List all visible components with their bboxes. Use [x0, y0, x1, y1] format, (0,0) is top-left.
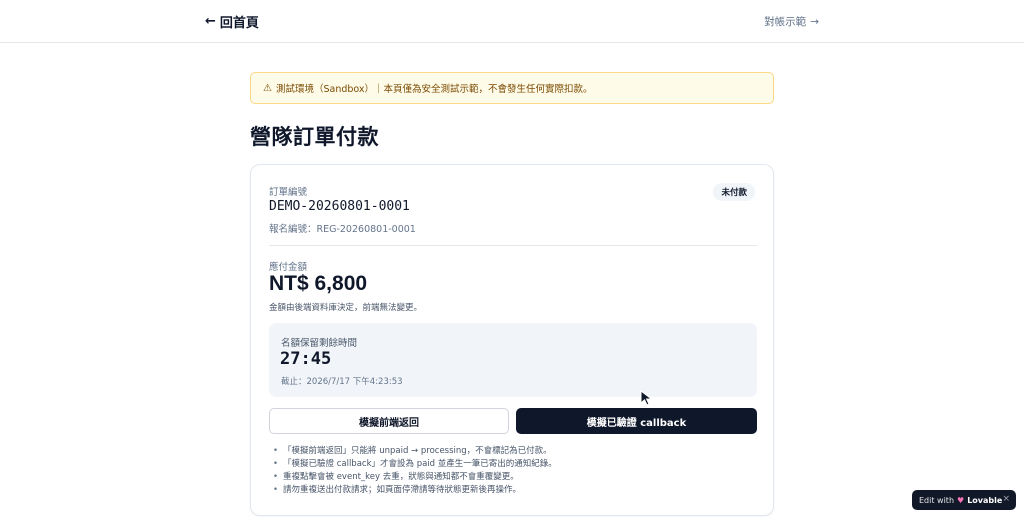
notes-list: 「模擬前端返回」只能將 unpaid → processing，不會標記為已付款… [273, 445, 557, 497]
reservation-timer-panel: 名額保留剩餘時間 27:45 截止：2026/7/17 下午4:23:53 [269, 323, 757, 397]
badge-brand: Lovable [967, 495, 1003, 505]
page-title: 營隊訂單付款 [250, 125, 379, 149]
order-payment-card: 訂單編號 DEMO-20260801-0001 報名編號：REG-2026080… [250, 164, 774, 516]
simulate-frontend-return-button[interactable]: 模擬前端返回 [269, 408, 509, 434]
top-navigation-bar: ← 回首頁 對帳示範 → [0, 0, 1024, 43]
badge-prefix: Edit with [919, 495, 955, 505]
list-item: 「模擬前端返回」只能將 unpaid → processing，不會標記為已付款… [273, 445, 557, 458]
timer-countdown: 27:45 [280, 349, 332, 369]
reconciliation-demo-link[interactable]: 對帳示範 → [764, 14, 819, 29]
warning-icon: ⚠ [263, 82, 272, 94]
amount-due-label: 應付金額 [269, 262, 308, 273]
sandbox-warning-text: 測試環境（Sandbox）｜本頁僅為安全測試示範，不會發生任何實際扣款。 [275, 84, 593, 95]
arrow-left-icon: ← [205, 14, 216, 29]
mouse-cursor-icon [640, 390, 653, 406]
arrow-right-icon: → [810, 15, 819, 28]
close-icon[interactable]: × [1002, 494, 1010, 504]
status-badge: 未付款 [713, 183, 755, 201]
amount-note: 金額由後端資料庫決定，前端無法變更。 [269, 303, 423, 313]
lovable-logo-icon: ♥ [957, 495, 965, 505]
list-item: 「模擬已驗證 callback」才會設為 paid 並產生一筆已寄出的通知紀錄。 [273, 458, 557, 471]
amount-due-value: NT$ 6,800 [269, 272, 368, 295]
simulate-verified-callback-button[interactable]: 模擬已驗證 callback [516, 408, 757, 434]
edit-with-lovable-badge[interactable]: Edit with ♥ Lovable × [912, 490, 1016, 510]
sandbox-warning-banner: ⚠ 測試環境（Sandbox）｜本頁僅為安全測試示範，不會發生任何實際扣款。 [250, 72, 774, 104]
order-number: DEMO-20260801-0001 [269, 199, 410, 214]
order-number-label: 訂單編號 [269, 187, 308, 198]
timer-deadline: 截止：2026/7/17 下午4:23:53 [281, 377, 403, 387]
divider [269, 245, 757, 246]
back-to-home-label: 回首頁 [219, 16, 259, 31]
registration-number: 報名編號：REG-20260801-0001 [269, 224, 416, 235]
reconciliation-demo-label: 對帳示範 [764, 16, 807, 28]
list-item: 重複點擊會被 event_key 去重，狀態與通知都不會重覆變更。 [273, 471, 557, 484]
back-to-home-link[interactable]: ← 回首頁 [205, 12, 259, 31]
timer-label: 名額保留剩餘時間 [281, 338, 358, 349]
list-item: 請勿重複送出付款請求；如頁面停滯請等待狀態更新後再操作。 [273, 484, 557, 497]
